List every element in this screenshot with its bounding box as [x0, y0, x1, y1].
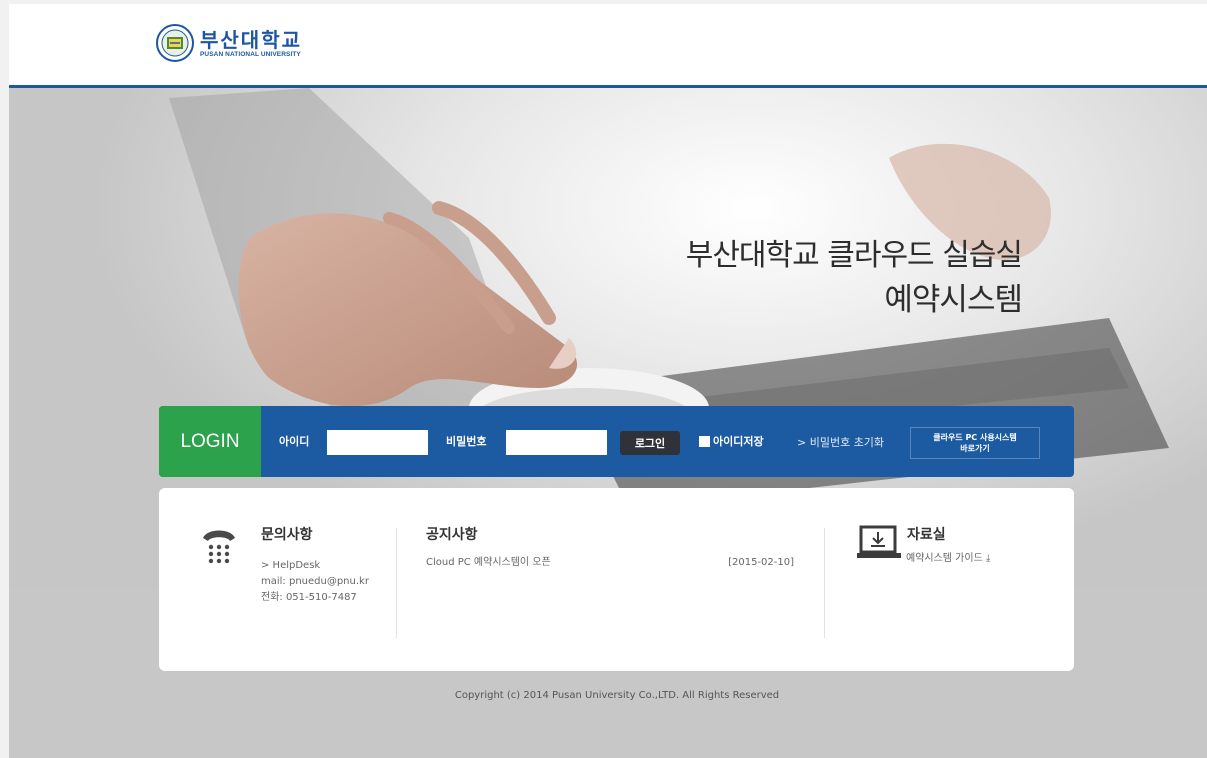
helpdesk-link[interactable]: > HelpDesk	[261, 558, 401, 574]
hero-headline: 부산대학교 클라우드 실습실 예약시스템	[685, 236, 1023, 324]
notice-title: 공지사항	[426, 527, 478, 543]
hero-title-line1: 부산대학교 클라우드 실습실	[685, 238, 1023, 273]
cloud-button-line1: 클라우드 PC 사용시스템	[933, 433, 1017, 442]
checkbox-icon[interactable]	[699, 435, 710, 447]
logo-english-text: PUSAN NATIONAL UNIVERSITY	[200, 50, 301, 58]
info-panel: 문의사항 > HelpDesk mail: pnuedu@pnu.kr 전화: …	[159, 488, 1074, 671]
copyright-text: Copyright (c) 2014 Pusan University Co.,…	[454, 690, 780, 701]
notice-item-title[interactable]: Cloud PC 예약시스템이 오픈	[426, 557, 551, 568]
guide-download-link[interactable]: 예약시스템 가이드 ⤓	[906, 551, 990, 567]
remember-id-label: 아이디저장	[713, 435, 764, 448]
logo-korean-text: 부산대학교	[200, 27, 302, 52]
cloud-pc-system-button[interactable]: 클라우드 PC 사용시스템 바로가기	[910, 427, 1040, 459]
telephone-icon	[203, 530, 235, 564]
contact-phone: 전화: 051-510-7487	[261, 592, 357, 603]
login-tab: LOGIN	[159, 406, 261, 477]
page: 부산대학교 PUSAN NATIONAL UNIVERSITY 부산대학교 클라…	[9, 4, 1207, 758]
login-bar: LOGIN 아이디 비밀번호 로그인 아이디저장 > 비밀번호 초기화 클라우드…	[159, 406, 1074, 477]
laptop-download-icon	[857, 525, 901, 558]
download-icon[interactable]: ⤓	[986, 553, 990, 564]
id-input[interactable]	[327, 430, 428, 455]
password-label: 비밀번호	[446, 435, 487, 448]
site-header: 부산대학교 PUSAN NATIONAL UNIVERSITY	[9, 4, 1207, 88]
contact-title: 문의사항	[261, 527, 313, 543]
login-button[interactable]: 로그인	[620, 431, 680, 455]
notice-item-date: [2015-02-10]	[728, 557, 794, 568]
password-input[interactable]	[506, 430, 607, 455]
archive-title: 자료실	[907, 527, 946, 543]
cloud-button-line2: 바로가기	[960, 444, 990, 453]
archive-section: 자료실 예약시스템 가이드 ⤓	[857, 488, 1057, 671]
guide-label[interactable]: 예약시스템 가이드	[906, 553, 983, 564]
column-divider	[396, 528, 397, 638]
notice-section: 공지사항 Cloud PC 예약시스템이 오픈 [2015-02-10]	[426, 488, 806, 671]
hero-title-line2: 예약시스템	[884, 282, 1023, 318]
university-logo[interactable]: 부산대학교 PUSAN NATIONAL UNIVERSITY	[156, 24, 302, 62]
id-label: 아이디	[279, 435, 310, 448]
contact-section: 문의사항 > HelpDesk mail: pnuedu@pnu.kr 전화: …	[199, 488, 399, 671]
password-reset-link[interactable]: > 비밀번호 초기화	[797, 434, 884, 450]
column-divider	[824, 528, 825, 638]
contact-mail: mail: pnuedu@pnu.kr	[261, 576, 369, 587]
university-emblem-icon	[156, 24, 194, 62]
remember-id-checkbox[interactable]: 아이디저장	[699, 433, 764, 449]
notice-list-item[interactable]: Cloud PC 예약시스템이 오픈 [2015-02-10]	[426, 555, 796, 571]
